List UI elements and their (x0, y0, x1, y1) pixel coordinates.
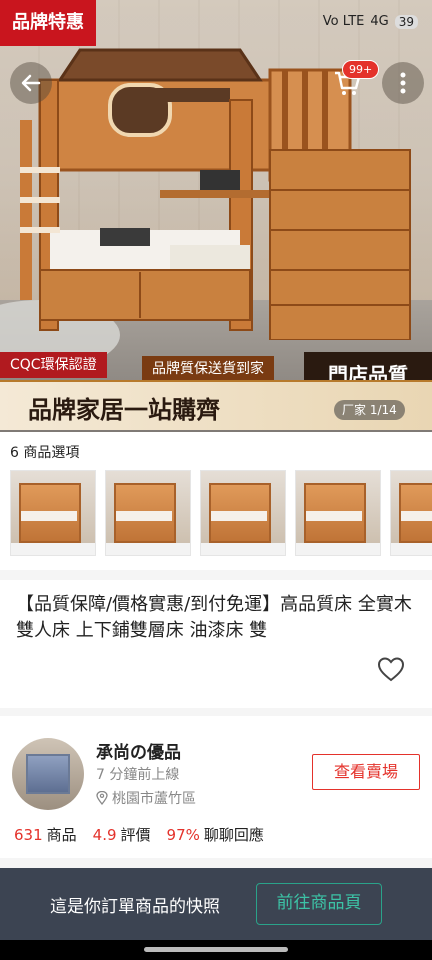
image-counter: 厂家 1/14 (334, 400, 405, 420)
home-indicator[interactable] (144, 947, 288, 952)
image-index: 1/14 (369, 403, 397, 417)
snapshot-message: 這是你訂單商品的快照 (50, 897, 220, 917)
option-thumbnail[interactable] (390, 470, 432, 556)
product-title: 【品質保障/價格實惠/到付免運】高品質床 全實木雙人床 上下鋪雙層床 油漆床 雙 (16, 594, 412, 641)
shop-online-status: 7 分鐘前上線 (96, 767, 180, 783)
option-thumbnail[interactable] (10, 470, 96, 556)
more-vertical-icon (400, 72, 406, 94)
view-shop-button[interactable]: 查看賣場 (312, 754, 420, 790)
banner-title: 品牌家居一站購齊 (28, 396, 220, 424)
go-to-product-button[interactable]: 前往商品頁 (256, 883, 382, 925)
response-stat: 97% 聊聊回應 (166, 826, 264, 844)
back-button[interactable] (10, 62, 52, 104)
option-thumbnails (10, 470, 432, 556)
arrow-left-icon (21, 74, 41, 92)
shop-location: 桃園市蘆竹區 (96, 788, 196, 808)
product-image-carousel[interactable]: 品牌特惠 Vo LTE 4G 39 99+ CQC環保認證 品牌質保送貨到家 門… (0, 0, 432, 432)
snapshot-bottom-bar: 這是你訂單商品的快照 前往商品頁 (0, 868, 432, 940)
status-bar: Vo LTE 4G 39 (323, 14, 418, 29)
network-indicator: Vo LTE (322, 14, 365, 29)
cart-count-badge: 99+ (342, 60, 380, 79)
option-thumbnail[interactable] (295, 470, 381, 556)
more-options-button[interactable] (382, 62, 424, 104)
option-thumbnail[interactable] (200, 470, 286, 556)
rating-stat: 4.9 評價 (92, 826, 151, 844)
shop-location-text: 桃園市蘆竹區 (112, 791, 196, 807)
battery-indicator: 39 (394, 14, 418, 29)
promo-tag: 品牌特惠 (0, 0, 96, 46)
shop-name[interactable]: 承尚の優品 (96, 738, 181, 763)
signal-indicator: 4G (370, 14, 389, 29)
product-snapshot-page: 品牌特惠 Vo LTE 4G 39 99+ CQC環保認證 品牌質保送貨到家 門… (0, 0, 432, 960)
shop-avatar[interactable] (12, 738, 84, 810)
factory-label: 厂家 (342, 403, 367, 417)
options-count-label: 6 商品選項 (10, 445, 80, 461)
location-pin-icon (96, 791, 108, 805)
quality-banner: 品牌質保送貨到家 (142, 356, 274, 382)
certification-banner: CQC環保認證 (0, 352, 107, 378)
option-thumbnail[interactable] (105, 470, 191, 556)
heart-icon[interactable] (376, 654, 406, 684)
shop-stats: 631 商品 4.9 評價 97% 聊聊回應 (14, 824, 264, 845)
product-options-section: 6 商品選項 (0, 432, 432, 570)
shop-section: 承尚の優品 7 分鐘前上線 桃園市蘆竹區 查看賣場 631 商品 4.9 評價 97… (0, 716, 432, 858)
product-title-section: 【品質保障/價格實惠/到付免運】高品質床 全實木雙人床 上下鋪雙層床 油漆床 雙 (0, 580, 432, 708)
products-stat: 631 商品 (14, 826, 77, 844)
